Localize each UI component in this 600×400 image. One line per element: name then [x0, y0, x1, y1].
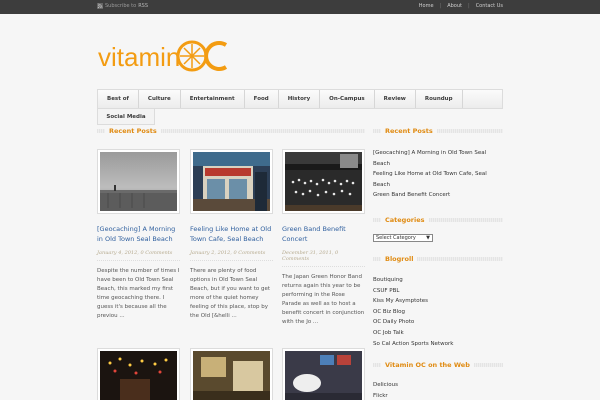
post-excerpt: The Japan Green Honor Band returns again…: [282, 274, 365, 325]
nav-review[interactable]: Review: [375, 90, 416, 108]
heading-text: Recent Posts: [109, 127, 157, 135]
sidebar-web-list: Delicious Flickr: [373, 380, 503, 400]
heading-rule: [373, 129, 381, 133]
nav-entertainment[interactable]: Entertainment: [181, 90, 245, 108]
heading-text: Categories: [385, 215, 425, 224]
post-thumbnail[interactable]: [190, 348, 273, 400]
post-thumbnail[interactable]: [282, 149, 365, 214]
holiday-lights-image: [100, 351, 177, 400]
post-card: Green Band Benefit Concert December 31, …: [282, 149, 365, 327]
concert-band-image: [285, 152, 362, 211]
post-thumbnail[interactable]: [190, 149, 273, 214]
heading-rule: [428, 217, 503, 222]
category-select-value: Select Category: [376, 234, 416, 241]
post-title[interactable]: Green Band Benefit Concert: [282, 224, 365, 244]
heading-text: Vitamin OC on the Web: [385, 361, 470, 370]
blogroll-link[interactable]: Boutiquing: [373, 275, 503, 286]
pier-fog-image: [100, 152, 177, 211]
top-link-home[interactable]: Home: [419, 3, 434, 9]
heading-rule: [373, 217, 381, 222]
heading-rule: [373, 363, 381, 368]
post-excerpt: There are plenty of food options in Old …: [190, 268, 271, 319]
sidebar-web-heading: Vitamin OC on the Web: [373, 361, 503, 369]
chevron-down-icon: ▼: [426, 234, 430, 241]
subscribe-label: Subscribe to: [105, 3, 137, 9]
top-link-about[interactable]: About: [447, 3, 462, 9]
sidebar: Recent Posts [Geocaching] A Morning in O…: [373, 127, 503, 400]
web-link-flickr[interactable]: Flickr: [373, 391, 503, 400]
post-thumbnail[interactable]: [282, 348, 365, 400]
heading-rule: [373, 256, 381, 261]
category-select[interactable]: Select Category ▼: [373, 233, 433, 242]
post-title[interactable]: [Geocaching] A Morning in Old Town Seal …: [97, 224, 180, 244]
blogroll-link[interactable]: Kiss My Asymptotes: [373, 296, 503, 307]
sidebar-recent-link[interactable]: Feeling Like Home at Old Town Cafe, Seal…: [373, 169, 503, 190]
blogroll-link[interactable]: OC Daily Photo: [373, 317, 503, 328]
heading-rule: [160, 129, 365, 133]
sidebar-recent-list: [Geocaching] A Morning in Old Town Seal …: [373, 148, 503, 201]
sidebar-categories-heading: Categories: [373, 216, 503, 224]
post-meta: December 31, 2011, 0 Comments: [282, 250, 365, 267]
separator: |: [468, 3, 470, 9]
nav-history[interactable]: History: [279, 90, 321, 108]
sidebar-recent-heading: Recent Posts: [373, 127, 503, 135]
heading-rule: [417, 256, 503, 261]
nav-best-of[interactable]: Best of: [98, 90, 139, 108]
nav-roundup[interactable]: Roundup: [416, 90, 463, 108]
heading-text: Blogroll: [385, 254, 414, 263]
post-card: [Geocaching] A Morning in Old Town Seal …: [97, 149, 180, 321]
rss-icon: [97, 3, 103, 9]
separator: |: [439, 3, 442, 9]
blogroll-link[interactable]: So Cal Action Sports Network: [373, 339, 503, 350]
sidebar-recent-link[interactable]: [Geocaching] A Morning in Old Town Seal …: [373, 148, 503, 169]
post-title[interactable]: Feeling Like Home at Old Town Cafe, Seal…: [190, 224, 273, 244]
cafe-storefront-image: [193, 152, 270, 211]
heading-rule: [436, 129, 503, 133]
blogroll-link[interactable]: OC Biz Blog: [373, 307, 503, 318]
main-nav: Best of Culture Entertainment Food Histo…: [97, 89, 503, 109]
heading-text: Recent Posts: [385, 127, 433, 135]
blogroll-link[interactable]: OC Job Talk: [373, 328, 503, 339]
rss-label: RSS: [138, 3, 149, 9]
heading-rule: [97, 129, 105, 133]
post-card: Feeling Like Home at Old Town Cafe, Seal…: [190, 149, 273, 321]
top-link-contact[interactable]: Contact Us: [476, 3, 503, 9]
nav-on-campus[interactable]: On-Campus: [320, 90, 375, 108]
logo-text: vitamin: [98, 42, 180, 72]
web-link-delicious[interactable]: Delicious: [373, 380, 503, 391]
top-bar: Subscribe to RSS Home | About | Contact …: [0, 0, 600, 14]
sidebar-blogroll-heading: Blogroll: [373, 255, 503, 263]
nav-social-media[interactable]: Social Media: [97, 109, 155, 125]
cafe-interior-image: [193, 351, 270, 400]
crowd-event-image: [285, 351, 362, 400]
recent-posts-heading: Recent Posts: [97, 127, 365, 135]
post-thumbnail[interactable]: [97, 348, 180, 400]
site-logo[interactable]: vitamin: [96, 36, 236, 76]
sidebar-recent-link[interactable]: Green Band Benefit Concert: [373, 190, 503, 201]
post-excerpt: Despite the number of times I have been …: [97, 268, 180, 319]
post-thumbnail[interactable]: [97, 149, 180, 214]
blogroll-link[interactable]: CSUF PBL: [373, 286, 503, 297]
top-nav: Home | About | Contact Us: [419, 3, 503, 9]
nav-culture[interactable]: Culture: [139, 90, 181, 108]
sidebar-blogroll-list: Boutiquing CSUF PBL Kiss My Asymptotes O…: [373, 275, 503, 349]
post-meta: January 4, 2012, 0 Comments: [97, 250, 180, 261]
post-meta: January 2, 2012, 0 Comments: [190, 250, 273, 261]
subscribe-link[interactable]: Subscribe to RSS: [97, 3, 148, 9]
nav-food[interactable]: Food: [245, 90, 279, 108]
heading-rule: [473, 363, 503, 368]
